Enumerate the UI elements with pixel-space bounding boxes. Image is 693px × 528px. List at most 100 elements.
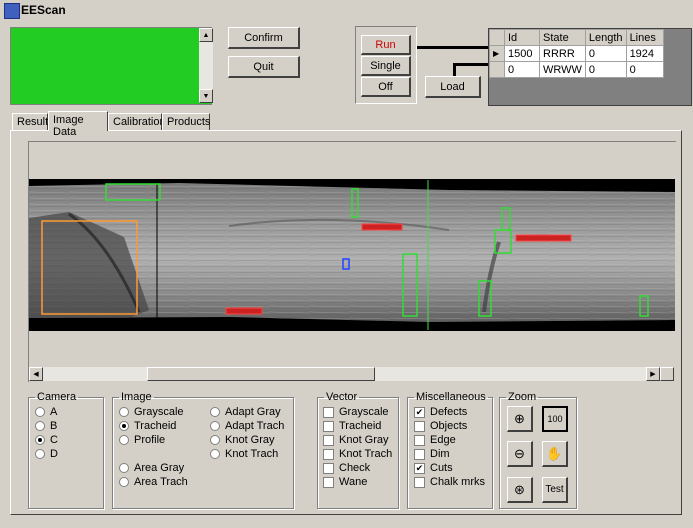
grid-cell[interactable]: 0 xyxy=(584,61,627,78)
radio-icon[interactable] xyxy=(210,421,220,431)
vector-item-check[interactable]: Check xyxy=(323,462,370,474)
tab-products[interactable]: Products xyxy=(162,113,210,130)
tab-calibration[interactable]: Calibration xyxy=(108,113,166,130)
confirm-button[interactable]: Confirm xyxy=(228,27,300,49)
window-title: EEScan xyxy=(21,3,66,17)
misc-item-edge[interactable]: Edge xyxy=(414,434,456,446)
checkbox-checked-icon[interactable]: ✔ xyxy=(414,406,425,418)
checkbox-icon[interactable] xyxy=(414,476,425,488)
grid-cell[interactable]: 0 xyxy=(625,61,664,78)
checkbox-icon[interactable] xyxy=(414,448,425,460)
misc-item-dim[interactable]: Dim xyxy=(414,448,450,460)
misc-item-objects[interactable]: Objects xyxy=(414,420,467,432)
checkbox-icon[interactable] xyxy=(323,448,334,460)
vector-item-grayscale[interactable]: Grayscale xyxy=(323,406,389,418)
image-option-area-trach[interactable]: Area Trach xyxy=(119,476,188,488)
grid-corner xyxy=(489,29,505,46)
radio-icon[interactable] xyxy=(119,477,129,487)
board-image[interactable] xyxy=(29,142,675,368)
grid-cell[interactable]: 0 xyxy=(504,61,540,78)
tab-result[interactable]: Result xyxy=(12,113,48,130)
image-scrollbar[interactable]: ◀ ▶ xyxy=(29,367,674,381)
checkbox-icon[interactable] xyxy=(414,434,425,446)
grid-cell[interactable]: 1924 xyxy=(625,45,664,62)
radio-icon[interactable] xyxy=(210,435,220,445)
radio-icon[interactable] xyxy=(119,421,129,431)
cut-marker[interactable] xyxy=(361,223,403,231)
hand-pan-icon[interactable]: ✋ xyxy=(542,441,568,467)
table-row[interactable]: 0 WRWW 0 0 xyxy=(489,61,664,78)
grid-cell[interactable]: WRWW xyxy=(539,61,586,78)
radio-icon[interactable] xyxy=(35,421,45,431)
cut-marker[interactable] xyxy=(225,307,263,315)
radio-icon[interactable] xyxy=(35,435,45,445)
tab-image-data[interactable]: Image Data xyxy=(48,111,108,138)
run-button[interactable]: Run xyxy=(361,35,411,55)
radio-icon[interactable] xyxy=(210,407,220,417)
image-view[interactable] xyxy=(28,141,676,382)
image-option-grayscale[interactable]: Grayscale xyxy=(119,406,184,418)
grid-header[interactable]: Id xyxy=(504,29,540,46)
camera-option-d[interactable]: D xyxy=(35,448,58,460)
zoom-title: Zoom xyxy=(508,391,537,403)
checkbox-icon[interactable] xyxy=(414,420,425,432)
grid-header[interactable]: Lines xyxy=(625,29,664,46)
zoom-100-icon[interactable]: 100 xyxy=(542,406,568,432)
radio-icon[interactable] xyxy=(210,449,220,459)
scroll-down-icon[interactable]: ▼ xyxy=(199,89,213,103)
scroll-right-icon[interactable]: ▶ xyxy=(646,367,660,381)
checkbox-icon[interactable] xyxy=(323,462,334,474)
cut-marker[interactable] xyxy=(515,234,572,242)
off-button[interactable]: Off xyxy=(361,77,411,97)
image-option-profile[interactable]: Profile xyxy=(119,434,165,446)
scroll-left-icon[interactable]: ◀ xyxy=(29,367,43,381)
vector-item-tracheid[interactable]: Tracheid xyxy=(323,420,381,432)
misc-item-chalk-marks[interactable]: Chalk mrks xyxy=(414,476,485,488)
image-option-area-gray[interactable]: Area Gray xyxy=(119,462,184,474)
zoom-out-icon[interactable]: ⊖ xyxy=(507,441,533,467)
image-option-adapt-gray[interactable]: Adapt Gray xyxy=(210,406,281,418)
misc-title: Miscellaneous xyxy=(416,391,486,403)
checkbox-icon[interactable] xyxy=(323,420,334,432)
checkbox-checked-icon[interactable]: ✔ xyxy=(414,462,425,474)
checkbox-icon[interactable] xyxy=(323,406,334,418)
vector-item-knot-trach[interactable]: Knot Trach xyxy=(323,448,392,460)
scroll-end-icon[interactable] xyxy=(660,367,674,381)
image-option-adapt-trach[interactable]: Adapt Trach xyxy=(210,420,284,432)
data-grid[interactable]: Id State Length Lines ▶ 1500 RRRR 0 1924… xyxy=(488,28,692,106)
vector-item-wane[interactable]: Wane xyxy=(323,476,367,488)
camera-option-c[interactable]: C xyxy=(35,434,58,446)
image-option-knot-gray[interactable]: Knot Gray xyxy=(210,434,275,446)
load-button[interactable]: Load xyxy=(425,76,481,98)
camera-option-b[interactable]: B xyxy=(35,420,57,432)
row-header xyxy=(489,61,505,78)
connector-line xyxy=(453,63,456,77)
radio-icon[interactable] xyxy=(119,463,129,473)
checkbox-icon[interactable] xyxy=(323,476,334,488)
image-option-knot-trach[interactable]: Knot Trach xyxy=(210,448,278,460)
camera-option-a[interactable]: A xyxy=(35,406,57,418)
radio-icon[interactable] xyxy=(35,449,45,459)
misc-item-defects[interactable]: ✔ Defects xyxy=(414,406,467,418)
single-button[interactable]: Single xyxy=(361,56,411,76)
radio-icon[interactable] xyxy=(35,407,45,417)
grid-cell[interactable]: RRRR xyxy=(539,45,586,62)
table-row[interactable]: ▶ 1500 RRRR 0 1924 xyxy=(489,45,664,62)
checkbox-icon[interactable] xyxy=(323,434,334,446)
radio-icon[interactable] xyxy=(119,407,129,417)
vector-item-knot-gray[interactable]: Knot Gray xyxy=(323,434,389,446)
quit-button[interactable]: Quit xyxy=(228,56,300,78)
grid-cell[interactable]: 0 xyxy=(584,45,627,62)
test-button[interactable]: Test xyxy=(542,477,568,503)
misc-item-cuts[interactable]: ✔ Cuts xyxy=(414,462,453,474)
radio-icon[interactable] xyxy=(119,435,129,445)
image-option-tracheid[interactable]: Tracheid xyxy=(119,420,176,432)
grid-cell[interactable]: 1500 xyxy=(504,45,540,62)
scroll-up-icon[interactable]: ▲ xyxy=(199,28,213,42)
status-scrollbar[interactable]: ▲ ▼ xyxy=(199,28,213,103)
scroll-thumb[interactable] xyxy=(147,367,375,381)
zoom-in-icon[interactable]: ⊕ xyxy=(507,406,533,432)
grid-header[interactable]: State xyxy=(539,29,586,46)
grid-header[interactable]: Length xyxy=(584,29,627,46)
zoom-fit-icon[interactable]: ⊛ xyxy=(507,477,533,503)
